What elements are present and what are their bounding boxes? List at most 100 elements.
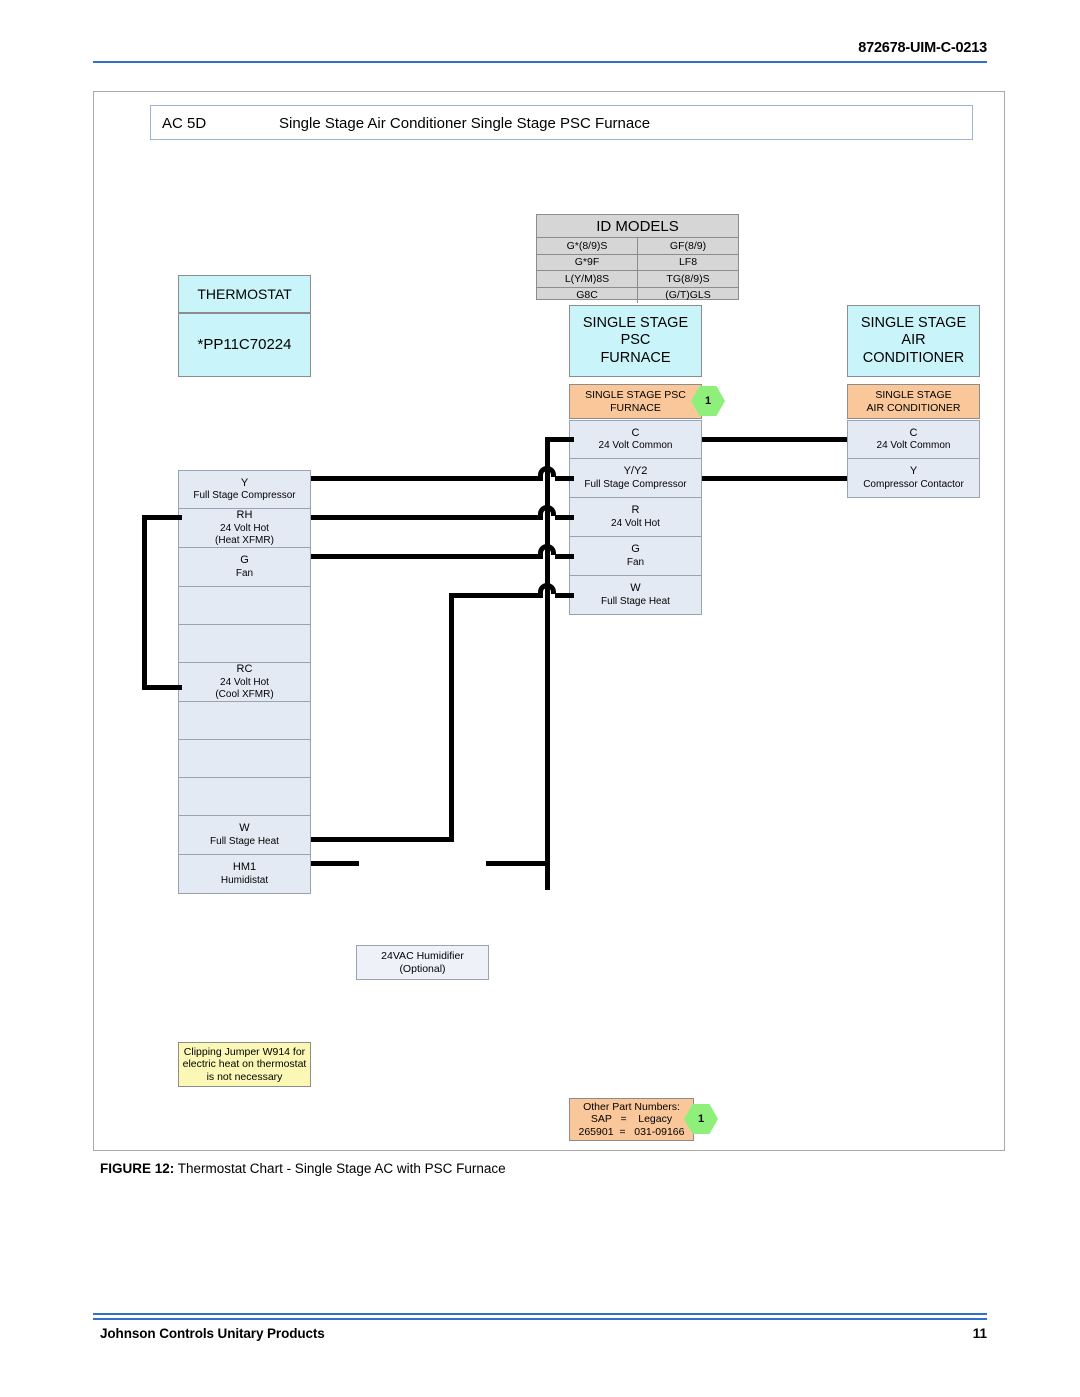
- id-model-cell: L(Y/M)8S: [537, 271, 638, 287]
- terminal-row-blank: [178, 740, 311, 778]
- terminal-row: G Fan: [178, 548, 311, 587]
- terminal-row: R 24 Volt Hot: [569, 498, 702, 537]
- terminal-row: HM1 Humidistat: [178, 855, 311, 894]
- table-row: G*(8/9)S GF(8/9): [537, 238, 738, 255]
- humidifier-line2: (Optional): [399, 962, 446, 975]
- wire-furnace-y-to-ac-y: [702, 476, 847, 481]
- terminal-code: Y: [240, 476, 249, 489]
- furnace-header-line2: PSC: [620, 332, 651, 349]
- air-conditioner-terminal-column: C 24 Volt Common Y Compressor Contactor: [847, 420, 980, 498]
- furnace-subheader-line2: FURNACE: [610, 401, 661, 414]
- wire-w-right: [555, 593, 574, 598]
- terminal-row: Y Full Stage Compressor: [178, 470, 311, 509]
- figure-caption: FIGURE 12: Thermostat Chart - Single Sta…: [100, 1161, 506, 1176]
- terminal-row: W Full Stage Heat: [569, 576, 702, 615]
- table-row: G8C (G/T)GLS: [537, 287, 738, 303]
- terminal-desc-2: (Heat XFMR): [215, 534, 274, 546]
- figure-frame: AC 5D Single Stage Air Conditioner Singl…: [93, 91, 1005, 1151]
- thermostat-model-label: *PP11C70224: [197, 336, 292, 354]
- jumper-note-line3: is not necessary: [206, 1070, 283, 1083]
- air-conditioner-subheader-box: SINGLE STAGE AIR CONDITIONER: [847, 384, 980, 419]
- terminal-row: RC 24 Volt Hot (Cool XFMR): [178, 663, 311, 702]
- legend-box: Other Part Numbers: SAP = Legacy 265901 …: [569, 1098, 694, 1141]
- thermostat-terminal-column: Y Full Stage Compressor RH 24 Volt Hot (…: [178, 470, 311, 894]
- figure-title-text: Single Stage Air Conditioner Single Stag…: [279, 115, 651, 132]
- jumper-note-line1: Clipping Jumper W914 for: [183, 1045, 306, 1058]
- terminal-code: R: [631, 504, 640, 517]
- terminal-code: Y/Y2: [623, 465, 648, 478]
- jumper-note-line2: electric heat on thermostat: [182, 1058, 307, 1071]
- terminal-row: G Fan: [569, 537, 702, 576]
- figure-caption-label: FIGURE 12:: [100, 1161, 175, 1176]
- wire-trunk-to-furnace-c: [545, 437, 574, 442]
- wire-humidifier-to-trunk: [486, 861, 548, 866]
- wire-rh-rc-jumper-vertical: [142, 515, 147, 690]
- furnace-header-box: SINGLE STAGE PSC FURNACE: [569, 305, 702, 377]
- terminal-row-blank: [178, 702, 311, 740]
- wire-rh-jumper-top: [142, 515, 182, 520]
- wire-hop-icon: [538, 583, 556, 594]
- terminal-code: HM1: [232, 861, 257, 874]
- figure-title-code: AC 5D: [162, 115, 207, 132]
- legend-line3: 265901 = 031-09166: [578, 1125, 685, 1138]
- terminal-code: Y: [909, 465, 918, 478]
- terminal-code: RH: [236, 509, 253, 522]
- terminal-desc: Compressor Contactor: [863, 478, 964, 490]
- terminal-code: G: [631, 543, 640, 556]
- terminal-desc: 24 Volt Common: [876, 440, 951, 452]
- ac-header-line2: AIR: [901, 332, 926, 349]
- furnace-header-line1: SINGLE STAGE: [582, 315, 689, 332]
- id-model-cell: G*9F: [537, 254, 638, 270]
- wire-thermostat-rh-right: [555, 515, 574, 520]
- terminal-desc: 24 Volt Common: [598, 440, 673, 452]
- thermostat-header-box: THERMOSTAT: [178, 275, 311, 313]
- terminal-desc-2: (Cool XFMR): [215, 688, 274, 700]
- wire-thermostat-w-to-furnace: [449, 593, 543, 598]
- ac-subheader-line1: SINGLE STAGE: [875, 389, 952, 402]
- terminal-desc: Full Stage Compressor: [584, 478, 687, 490]
- terminal-row: Y Compressor Contactor: [847, 459, 980, 498]
- terminal-desc: 24 Volt Hot: [611, 517, 660, 529]
- wire-thermostat-g-left: [311, 554, 543, 559]
- thermostat-model-box: *PP11C70224: [178, 313, 311, 377]
- wire-thermostat-rh-left: [311, 515, 543, 520]
- wire-hop-icon: [538, 505, 556, 516]
- id-model-cell: GF(8/9): [669, 239, 707, 252]
- terminal-row: W Full Stage Heat: [178, 816, 311, 855]
- header-rule: [93, 61, 987, 63]
- terminal-row-blank: [178, 625, 311, 663]
- terminal-desc: Full Stage Heat: [601, 595, 670, 607]
- wire-thermostat-y-right: [555, 476, 574, 481]
- furnace-subheader-line1: SINGLE STAGE PSC: [585, 389, 686, 402]
- thermostat-header-label: THERMOSTAT: [197, 285, 292, 302]
- legend-badge-label: 1: [697, 1113, 705, 1125]
- wire-thermostat-w-vertical: [449, 593, 454, 842]
- wire-furnace-c-to-ac-c: [702, 437, 847, 442]
- document-code: 872678-UIM-C-0213: [858, 40, 987, 56]
- footer-rule-top: [93, 1313, 987, 1315]
- humidifier-box: 24VAC Humidifier (Optional): [356, 945, 489, 980]
- ac-header-line3: CONDITIONER: [862, 349, 965, 366]
- terminal-row-blank: [178, 587, 311, 625]
- id-model-cell: TG(8/9)S: [666, 272, 710, 285]
- terminal-desc: Humidistat: [220, 874, 269, 886]
- wire-thermostat-g-right: [555, 554, 574, 559]
- terminal-row: C 24 Volt Common: [569, 420, 702, 459]
- ac-subheader-line2: AIR CONDITIONER: [866, 401, 961, 414]
- terminal-code: C: [909, 426, 918, 439]
- terminal-row: Y/Y2 Full Stage Compressor: [569, 459, 702, 498]
- terminal-code: W: [239, 822, 250, 835]
- terminal-desc: Fan: [626, 556, 645, 568]
- humidifier-line1: 24VAC Humidifier: [381, 950, 464, 963]
- terminal-row: C 24 Volt Common: [847, 420, 980, 459]
- table-row: G*9F LF8: [537, 254, 738, 271]
- table-row: L(Y/M)8S TG(8/9)S: [537, 271, 738, 288]
- furnace-note-badge-label: 1: [704, 395, 712, 407]
- legend-line2: SAP = Legacy: [590, 1113, 673, 1126]
- terminal-row: RH 24 Volt Hot (Heat XFMR): [178, 509, 311, 548]
- air-conditioner-header-box: SINGLE STAGE AIR CONDITIONER: [847, 305, 980, 377]
- id-models-header: ID MODELS: [537, 215, 738, 238]
- terminal-code: C: [631, 426, 640, 439]
- terminal-code: G: [240, 554, 249, 567]
- terminal-desc: 24 Volt Hot: [220, 676, 269, 688]
